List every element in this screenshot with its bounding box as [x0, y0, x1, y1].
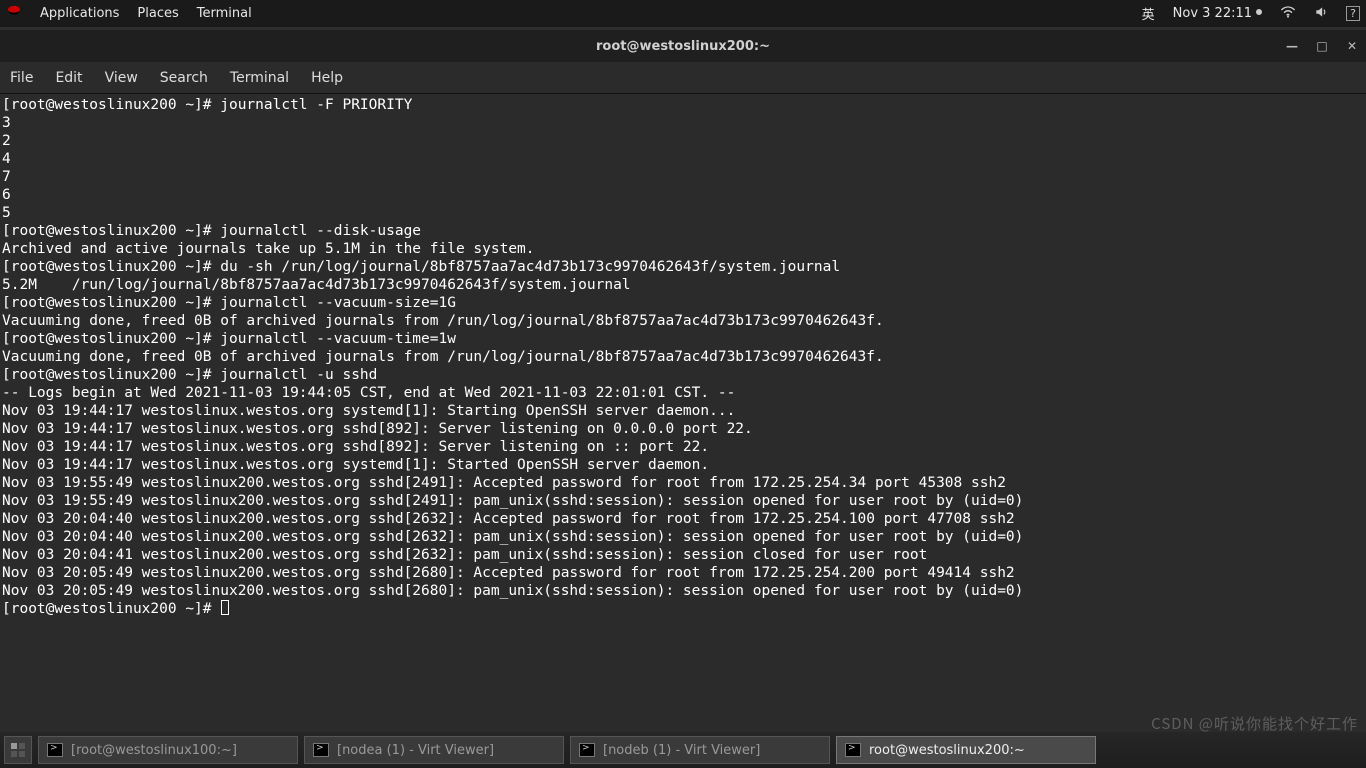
menu-applications[interactable]: Applications [40, 6, 119, 21]
menu-terminal[interactable]: Terminal [230, 70, 289, 86]
menu-terminal[interactable]: Terminal [197, 6, 252, 21]
menu-edit[interactable]: Edit [55, 70, 82, 86]
menu-search[interactable]: Search [160, 70, 208, 86]
taskbar-item-1[interactable]: [root@westoslinux100:~] [38, 736, 298, 764]
minimize-button[interactable]: — [1284, 39, 1300, 53]
volume-icon[interactable] [1314, 5, 1328, 23]
menu-help[interactable]: Help [311, 70, 343, 86]
taskbar-item-4[interactable]: root@westoslinux200:~ [836, 736, 1096, 764]
window-title: root@westoslinux200:~ [596, 39, 770, 54]
terminal-icon [579, 743, 595, 757]
top-panel-left: Applications Places Terminal [6, 4, 252, 24]
top-panel: Applications Places Terminal 英 Nov 3 22:… [0, 0, 1366, 27]
taskbar: [root@westoslinux100:~] [nodea (1) - Vir… [0, 732, 1366, 768]
terminal-icon [845, 743, 861, 757]
wifi-icon[interactable] [1280, 6, 1296, 22]
ime-indicator[interactable]: 英 [1142, 4, 1155, 23]
menu-file[interactable]: File [10, 70, 33, 86]
help-icon[interactable]: ? [1346, 6, 1360, 21]
terminal-icon [313, 743, 329, 757]
window-controls: — □ ✕ [1284, 39, 1360, 53]
titlebar[interactable]: root@westoslinux200:~ — □ ✕ [0, 30, 1366, 62]
taskbar-item-label: [nodea (1) - Virt Viewer] [337, 743, 494, 758]
taskbar-item-3[interactable]: [nodeb (1) - Virt Viewer] [570, 736, 830, 764]
terminal-icon [47, 743, 63, 757]
taskbar-item-label: root@westoslinux200:~ [869, 743, 1025, 758]
top-panel-right: 英 Nov 3 22:11 ? [1142, 4, 1360, 23]
clock[interactable]: Nov 3 22:11 [1173, 6, 1263, 21]
menu-view[interactable]: View [105, 70, 138, 86]
terminal-output[interactable]: [root@westoslinux200 ~]# journalctl -F P… [0, 94, 1366, 732]
close-button[interactable]: ✕ [1344, 39, 1360, 53]
taskbar-item-2[interactable]: [nodea (1) - Virt Viewer] [304, 736, 564, 764]
menubar: File Edit View Search Terminal Help [0, 62, 1366, 94]
menu-places[interactable]: Places [137, 6, 178, 21]
redhat-icon [6, 4, 22, 24]
terminal-window: root@westoslinux200:~ — □ ✕ File Edit Vi… [0, 30, 1366, 732]
taskbar-item-label: [root@westoslinux100:~] [71, 743, 237, 758]
taskbar-item-label: [nodeb (1) - Virt Viewer] [603, 743, 760, 758]
maximize-button[interactable]: □ [1314, 39, 1330, 53]
workspace-switcher[interactable] [4, 736, 32, 764]
